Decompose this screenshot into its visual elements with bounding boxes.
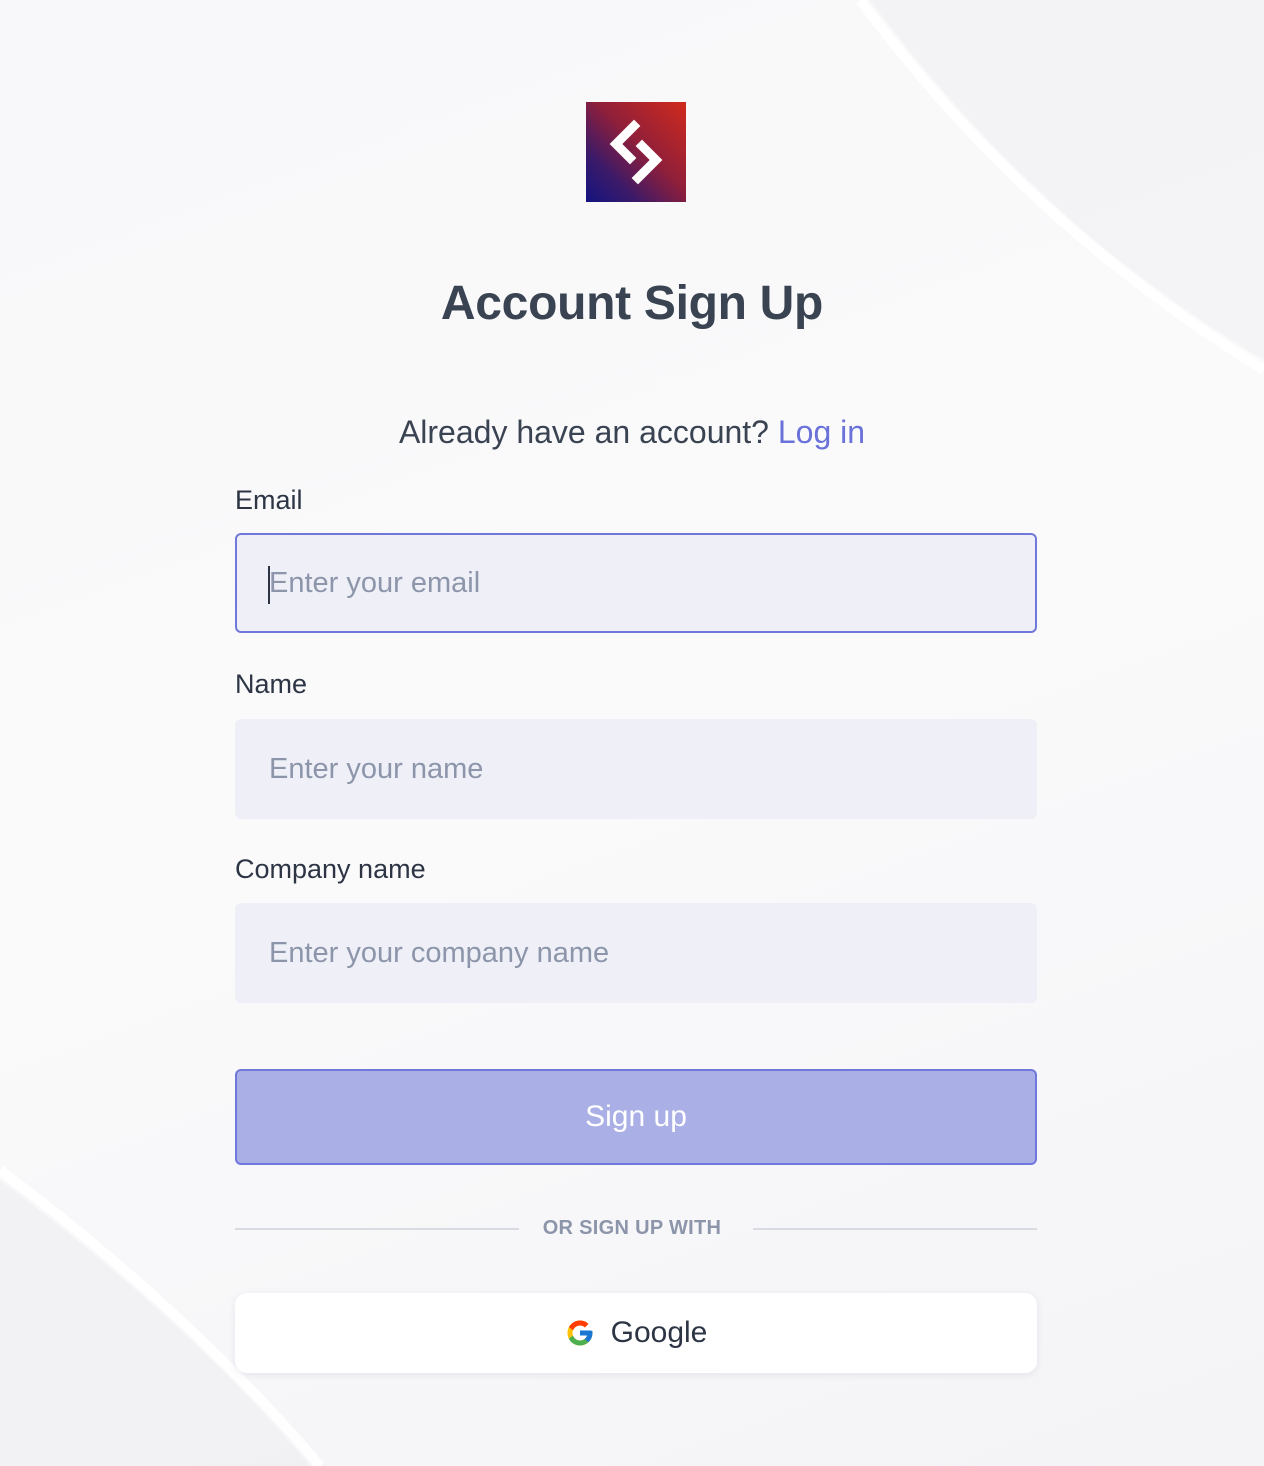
login-link[interactable]: Log in: [778, 414, 865, 450]
google-button-label: Google: [610, 1316, 708, 1349]
login-prompt: Already have an account? Log in: [0, 414, 1264, 451]
name-input[interactable]: [235, 719, 1037, 819]
google-signup-button[interactable]: Google: [235, 1293, 1037, 1373]
page-title: Account Sign Up: [440, 277, 824, 330]
company-input[interactable]: [235, 903, 1037, 1003]
email-label: Email: [235, 485, 303, 515]
email-input[interactable]: [235, 533, 1037, 633]
brand-logo-icon: [586, 102, 686, 202]
name-label: Name: [235, 669, 308, 699]
company-label: Company name: [235, 854, 426, 884]
divider-right: [753, 1228, 1037, 1230]
signup-page: Account Sign Up Already have an account?…: [0, 0, 1264, 1466]
login-prompt-text: Already have an account?: [398, 414, 769, 450]
google-icon: [567, 1320, 593, 1346]
signup-button[interactable]: Sign up: [235, 1069, 1037, 1165]
text-caret: [268, 566, 270, 604]
divider-text: OR SIGN UP WITH: [542, 1217, 722, 1239]
